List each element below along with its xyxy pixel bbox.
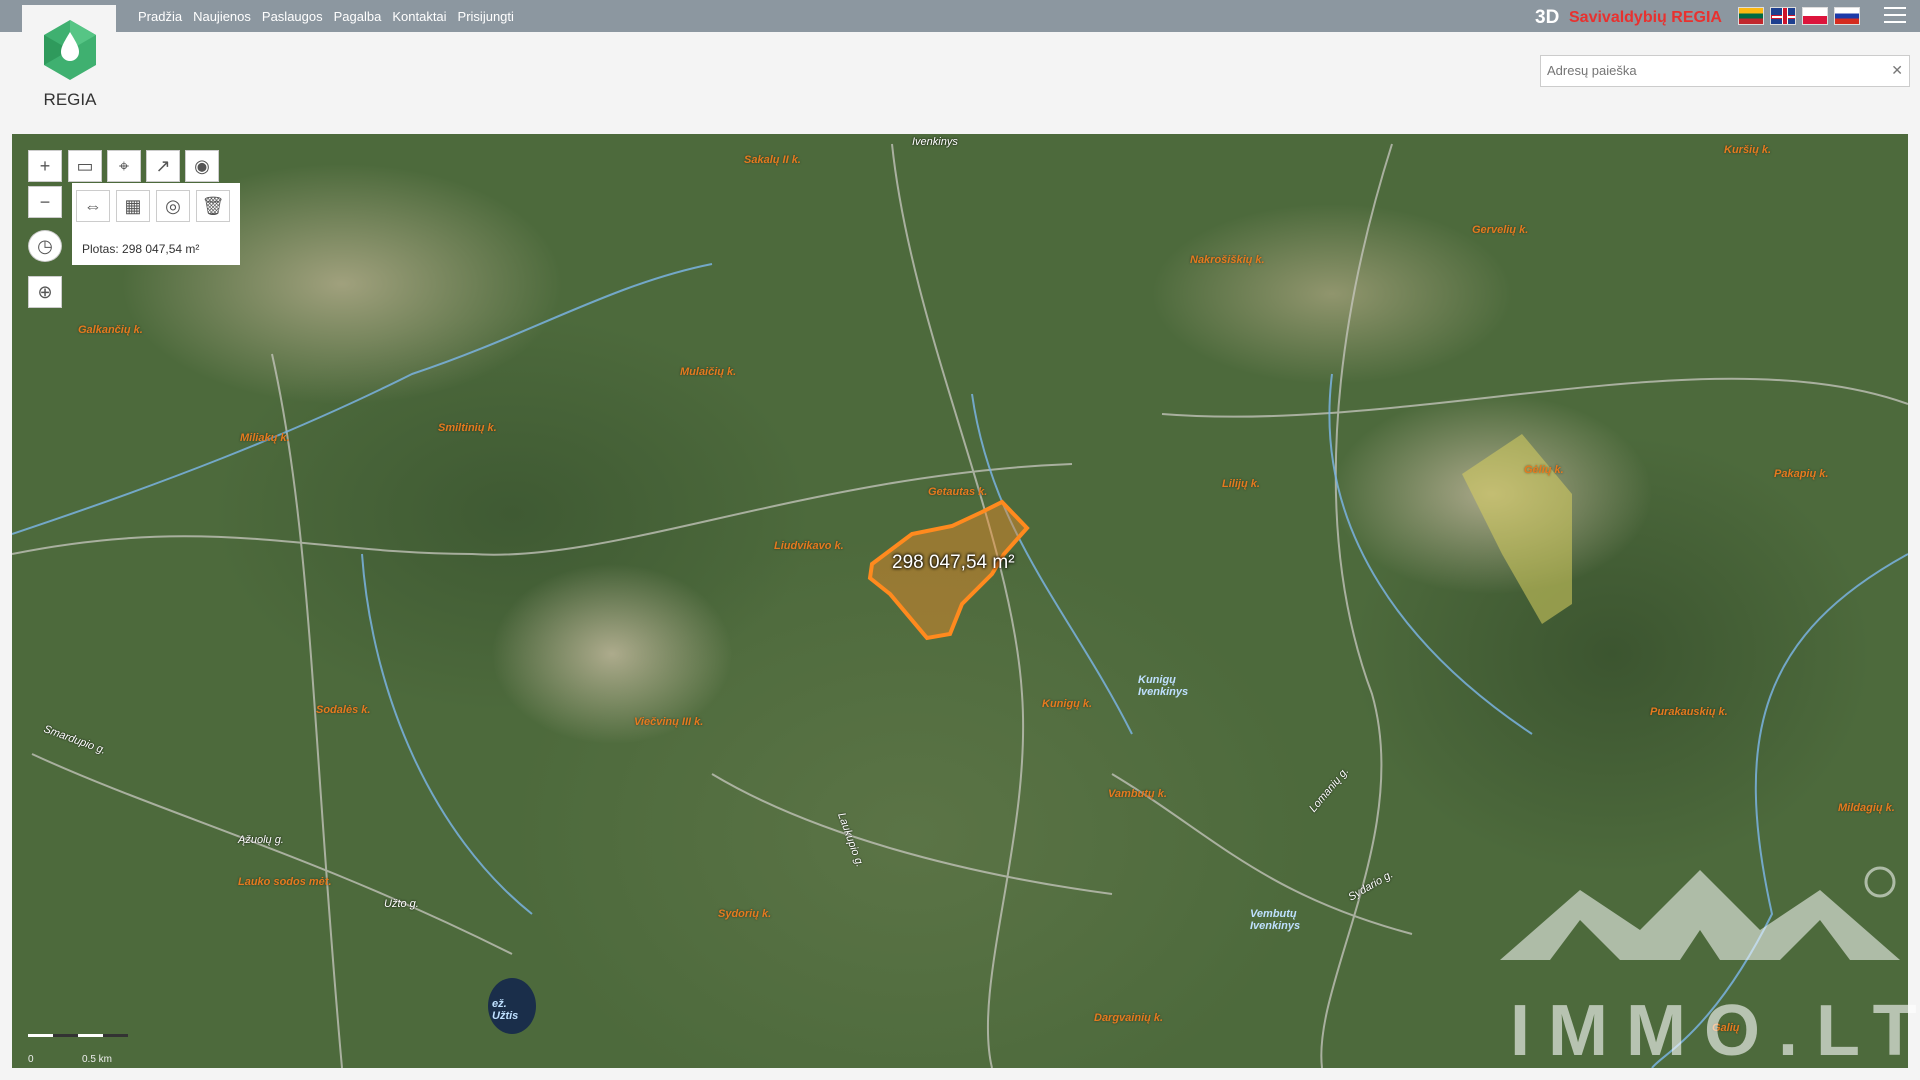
map-pin-icon: ⌖ [118, 155, 130, 176]
target-button[interactable]: ◉ [185, 150, 219, 182]
place-label: Sydorių k. [718, 908, 772, 920]
en-flag-icon[interactable] [1770, 7, 1796, 25]
address-search-input[interactable] [1541, 56, 1883, 84]
place-label: Purakauskių k. [1650, 706, 1728, 718]
place-label: Mulaičių k. [680, 366, 737, 378]
road-label: Užto g. [384, 898, 419, 910]
place-label: Sodalės k. [316, 704, 371, 716]
yellow-field [1462, 434, 1572, 624]
road-label: Ivenkinys [912, 136, 958, 148]
scale-label: 0.5 km [82, 1054, 113, 1065]
place-label: Gervelių k. [1472, 224, 1529, 236]
regia-logo-icon[interactable] [38, 18, 102, 82]
measure-radius-button[interactable]: ◎ [156, 190, 190, 222]
3d-mode-link[interactable]: 3D [1535, 7, 1559, 29]
address-search: ✕ [1540, 55, 1910, 87]
clear-search-icon[interactable]: ✕ [1891, 62, 1903, 79]
menu-icon[interactable] [1884, 7, 1906, 24]
history-button[interactable]: ◷ [28, 230, 62, 262]
measure-length-button[interactable]: ⇔ [76, 190, 110, 222]
water-label: Kunigų Ivenkinys [1138, 674, 1189, 698]
lt-flag-icon[interactable] [1738, 7, 1764, 25]
river [361, 553, 533, 915]
place-label: Gėlių k. [1524, 464, 1564, 476]
ruler-icon: ⇔ [84, 195, 102, 216]
trash-icon: 🗑 [201, 195, 225, 216]
place-label: Lauko sodos mėt. [238, 876, 332, 888]
clear-measure-button[interactable]: 🗑 [196, 190, 230, 222]
place-label: Getautas k. [928, 486, 988, 498]
place-label: Viečvinų III k. [634, 716, 704, 728]
road-label: Ąžuolų g. [238, 834, 284, 846]
minus-icon: − [39, 191, 51, 212]
target-icon: ◉ [194, 155, 210, 176]
road [31, 753, 513, 955]
river [1328, 373, 1533, 735]
language-switcher [1738, 7, 1860, 25]
road [1161, 377, 1908, 418]
crosshair-icon: ⊕ [37, 281, 53, 302]
place-label: Sakalų II k. [744, 154, 801, 166]
nav-item-naujienos[interactable]: Naujienos [193, 9, 251, 24]
nav-item-paslaugos[interactable]: Paslaugos [262, 9, 323, 24]
measure-area-button[interactable]: ▦ [116, 190, 150, 222]
place-label: Pakapių k. [1774, 468, 1829, 480]
scale-zero: 0 [28, 1054, 34, 1065]
road [1320, 143, 1393, 1068]
brand-name[interactable]: Savivaldybių REGIA [1569, 9, 1722, 27]
locate-button[interactable]: ⊕ [28, 276, 62, 308]
place-label: Galkančių k. [78, 324, 143, 336]
lake-label: ež. Užtis [492, 998, 519, 1022]
radius-icon: ◎ [165, 195, 181, 216]
polygon-area-label: 298 047,54 m² [892, 552, 1015, 573]
ru-flag-icon[interactable] [1834, 7, 1860, 25]
place-label: Vambutų k. [1108, 788, 1167, 800]
place-label: Dargvainių k. [1094, 1012, 1164, 1024]
main-nav: Pradžia Naujienos Paslaugos Pagalba Kont… [138, 0, 514, 32]
logo-text: REGIA [43, 90, 97, 109]
ruler-icon: ▭ [76, 155, 94, 176]
scale-bar [28, 1034, 128, 1037]
nav-item-pagalba[interactable]: Pagalba [334, 9, 382, 24]
nav-item-prisijungti[interactable]: Prisijungti [458, 9, 514, 24]
immo-watermark-text: IMMO.LT [1510, 991, 1920, 1071]
river [12, 263, 713, 535]
zoom-out-button[interactable]: − [28, 186, 62, 218]
area-readout: Plotas: 298 047,54 m² [82, 242, 200, 256]
zoom-in-button[interactable]: + [28, 150, 62, 182]
measure-button[interactable]: ▭ [68, 150, 102, 182]
place-label: Kunigų k. [1042, 698, 1093, 710]
place-label: Miliakų k. [240, 432, 290, 444]
nav-item-pradzia[interactable]: Pradžia [138, 9, 182, 24]
share-icon: ↗ [155, 155, 171, 176]
clock-icon: ◷ [37, 235, 53, 256]
top-bar: Pradžia Naujienos Paslaugos Pagalba Kont… [0, 0, 1920, 32]
place-label: Liudvikavo k. [774, 540, 844, 552]
place-label: Kuršių k. [1724, 144, 1772, 156]
pl-flag-icon[interactable] [1802, 7, 1828, 25]
place-label: Mildagių k. [1838, 802, 1895, 814]
nav-item-kontaktai[interactable]: Kontaktai [392, 9, 446, 24]
marker-button[interactable]: ⌖ [107, 150, 141, 182]
place-label: Smiltinių k. [438, 422, 497, 434]
plus-icon: + [39, 155, 51, 176]
area-icon: ▦ [124, 195, 142, 216]
place-label: Lilijų k. [1222, 478, 1260, 490]
share-button[interactable]: ↗ [146, 150, 180, 182]
place-label: Nakrošiškių k. [1190, 254, 1265, 266]
water-label: Vembutų Ivenkinys [1250, 908, 1301, 932]
road [711, 773, 1113, 895]
